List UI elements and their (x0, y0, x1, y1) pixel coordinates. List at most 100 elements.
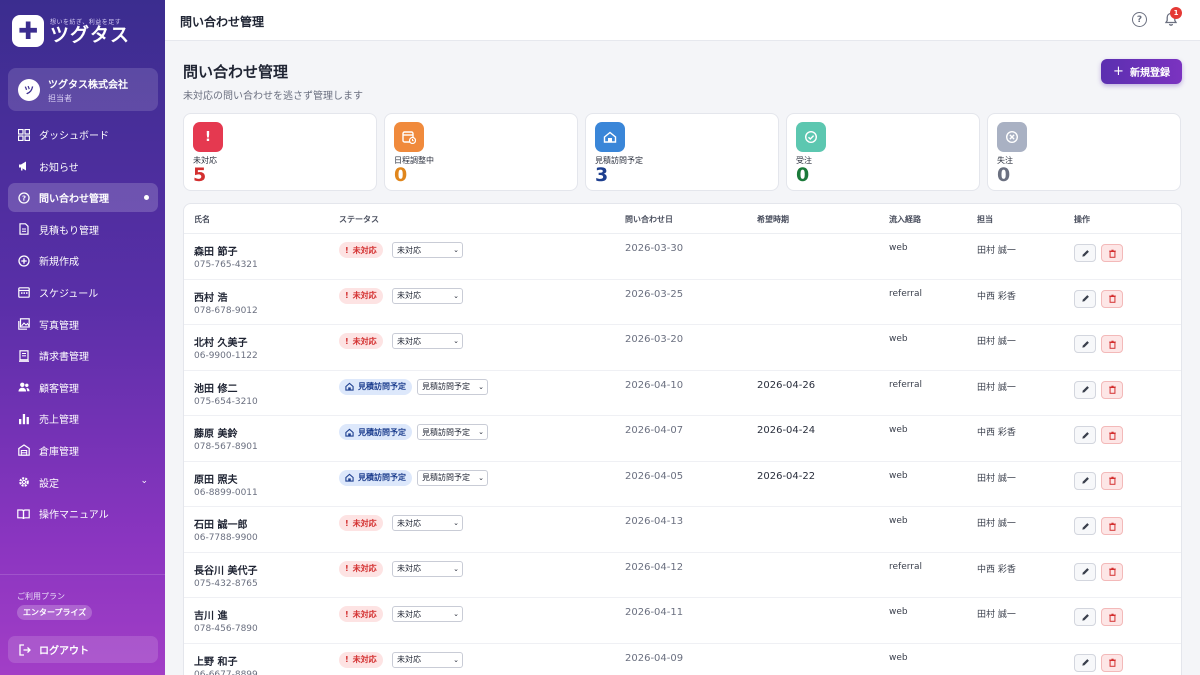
edit-button[interactable] (1074, 244, 1096, 262)
logout-button[interactable]: ログアウト (8, 636, 158, 663)
table-row[interactable]: 原田 照夫 06-8899-0011 見積訪問予定 見積訪問予定 ⌄ 2026-04-05… (184, 462, 1181, 507)
status-select[interactable]: 未対応 ⌄ (392, 651, 463, 668)
edit-button[interactable] (1074, 471, 1096, 490)
table-row[interactable]: 西村 浩 078-678-9012! 未対応 未対応 ⌄ 2026-03-25 referr… (184, 280, 1181, 325)
customer-name[interactable]: 北村 久美子 (194, 334, 247, 349)
customer-phone: 075-765-4321 (194, 260, 258, 270)
status-select[interactable]: 未対応 ⌄ (392, 287, 463, 304)
delete-button[interactable] (1101, 244, 1123, 262)
status-select[interactable]: 未対応 ⌄ (392, 333, 463, 349)
status-badge: ! 未対応 (339, 333, 383, 349)
customer-name[interactable]: 原田 照夫 (194, 471, 237, 486)
sidebar-item-customers[interactable]: 顧客管理 (8, 373, 158, 402)
sidebar-item-news[interactable]: お知らせ (8, 152, 158, 181)
status-select[interactable]: 見積訪問予定 ⌄ (417, 424, 488, 440)
stat-card-lost[interactable]: 失注 0 (987, 113, 1181, 191)
active-indicator-dot (144, 195, 149, 201)
column-header-staff[interactable]: 担当 (977, 214, 993, 225)
table-row[interactable]: 北村 久美子 06-9900-1122! 未対応 未対応 ⌄ 2026-03-20 web 田… (184, 325, 1181, 371)
delete-button[interactable] (1101, 653, 1123, 672)
sidebar-item-warehouse[interactable]: 倉庫管理 (8, 436, 158, 465)
sidebar-item-invoices[interactable]: 請求書管理 (8, 341, 158, 370)
chevron-down-icon[interactable]: ⌄ (140, 476, 148, 486)
stat-card-won[interactable]: 受注 0 (786, 113, 980, 191)
house-icon (345, 382, 354, 391)
column-header-source[interactable]: 流入経路 (889, 214, 921, 225)
sidebar-item-inquiries[interactable]: ? 問い合わせ管理 (8, 183, 158, 213)
customer-name[interactable]: 西村 浩 (194, 289, 227, 304)
table-row[interactable]: 池田 修二 075-654-3210 見積訪問予定 見積訪問予定 ⌄ 2026-04-10… (184, 371, 1181, 416)
delete-button[interactable] (1101, 562, 1123, 581)
customer-name[interactable]: 石田 誠一郎 (194, 516, 247, 531)
customer-phone: 078-456-7890 (194, 624, 258, 634)
column-header-desired-time[interactable]: 希望時期 (757, 214, 789, 225)
sidebar-item-label: 新規作成 (39, 257, 79, 269)
customer-name[interactable]: 藤原 美鈴 (194, 425, 237, 440)
sidebar-item-photos[interactable]: 写真管理 (8, 310, 158, 339)
delete-button[interactable] (1101, 335, 1123, 353)
table-row[interactable]: 吉川 進 078-456-7890! 未対応 未対応 ⌄ 2026-04-11 web 田村 … (184, 598, 1181, 644)
customer-name[interactable]: 池田 修二 (194, 380, 237, 395)
house-icon (345, 428, 354, 437)
sidebar-item-dashboard[interactable]: ダッシュボード (8, 120, 158, 149)
column-header-status[interactable]: ステータス (339, 214, 379, 225)
new-inquiry-button[interactable]: + 新規登録 (1101, 59, 1182, 84)
table-row[interactable]: 森田 節子 075-765-4321! 未対応 未対応 ⌄ 2026-03-30 web 田村… (184, 234, 1181, 280)
table-row[interactable]: 石田 誠一郎 06-7788-9900! 未対応 未対応 ⌄ 2026-04-13 web 田… (184, 507, 1181, 553)
delete-button[interactable] (1101, 517, 1123, 535)
table-row[interactable]: 上野 和子 06-6677-8899! 未対応 未対応 ⌄ 2026-04-09 web (184, 644, 1181, 675)
pencil-icon (1081, 340, 1089, 348)
alert-icon: ! (345, 336, 349, 346)
delete-button[interactable] (1101, 471, 1123, 490)
app-logo[interactable]: ✚ 想いを紡ぎ、利益を足す ツグタス (12, 14, 130, 48)
sidebar-item-sales[interactable]: 売上管理 (8, 404, 158, 433)
edit-button[interactable] (1074, 653, 1096, 672)
edit-button[interactable] (1074, 608, 1096, 626)
customer-phone: 075-432-8765 (194, 578, 258, 589)
column-header-name[interactable]: 氏名 (194, 214, 210, 225)
status-select[interactable]: 見積訪問予定 ⌄ (417, 469, 488, 486)
status-badge-label: 未対応 (352, 291, 377, 300)
customer-name[interactable]: 上野 和子 (194, 653, 237, 668)
status-select-value: 未対応 (397, 291, 421, 300)
sidebar-item-estimates[interactable]: 見積もり管理 (8, 215, 158, 244)
column-header-inquiry-date[interactable]: 問い合わせ日 (625, 214, 673, 225)
table-row[interactable]: 長谷川 美代子 075-432-8765! 未対応 未対応 ⌄ 2026-04-12 ref… (184, 553, 1181, 598)
edit-button[interactable] (1074, 380, 1096, 399)
delete-button[interactable] (1101, 289, 1123, 308)
delete-button[interactable] (1101, 608, 1123, 626)
help-icon[interactable]: ? (1132, 12, 1147, 27)
edit-button[interactable] (1074, 562, 1096, 581)
customer-name[interactable]: 森田 節子 (194, 243, 237, 258)
table-row[interactable]: 藤原 美鈴 078-567-8901 見積訪問予定 見積訪問予定 ⌄ 2026-04-07… (184, 416, 1181, 462)
edit-button[interactable] (1074, 426, 1096, 444)
stat-card-unhandled[interactable]: ! 未対応 5 (183, 113, 377, 191)
stat-card-scheduling[interactable]: 日程調整中 0 (384, 113, 578, 191)
edit-button[interactable] (1074, 289, 1096, 308)
company-card[interactable]: ツ ツグタス株式会社 担当者 (8, 68, 158, 111)
customer-name[interactable]: 吉川 進 (194, 607, 227, 622)
delete-button[interactable] (1101, 380, 1123, 399)
logo-name: ツグタス (50, 23, 131, 46)
edit-button[interactable] (1074, 335, 1096, 353)
pencil-icon (1081, 295, 1089, 302)
status-select-value: 見積訪問予定 (422, 382, 470, 391)
status-select[interactable]: 未対応 ⌄ (392, 606, 463, 622)
stat-value: 5 (193, 164, 207, 186)
edit-button[interactable] (1074, 517, 1096, 535)
delete-button[interactable] (1101, 426, 1123, 444)
sidebar-item-manual[interactable]: 操作マニュアル (8, 499, 158, 528)
check-circle-icon (796, 122, 826, 152)
status-select[interactable]: 未対応 ⌄ (392, 242, 463, 258)
sidebar-item-create[interactable]: 新規作成 (8, 246, 158, 275)
customer-name[interactable]: 長谷川 美代子 (194, 562, 257, 577)
stat-card-visit-planned[interactable]: 見積訪問予定 3 (585, 113, 779, 191)
status-select[interactable]: 未対応 ⌄ (392, 515, 463, 531)
sidebar-item-schedule[interactable]: スケジュール (8, 278, 158, 307)
question-icon: ? (17, 191, 30, 204)
chevron-down-icon: ⌄ (453, 519, 459, 527)
sidebar-item-settings[interactable]: 設定 ⌄ (8, 468, 158, 497)
status-select[interactable]: 見積訪問予定 ⌄ (417, 378, 488, 395)
trash-icon (1108, 385, 1116, 394)
status-select[interactable]: 未対応 ⌄ (392, 560, 463, 577)
